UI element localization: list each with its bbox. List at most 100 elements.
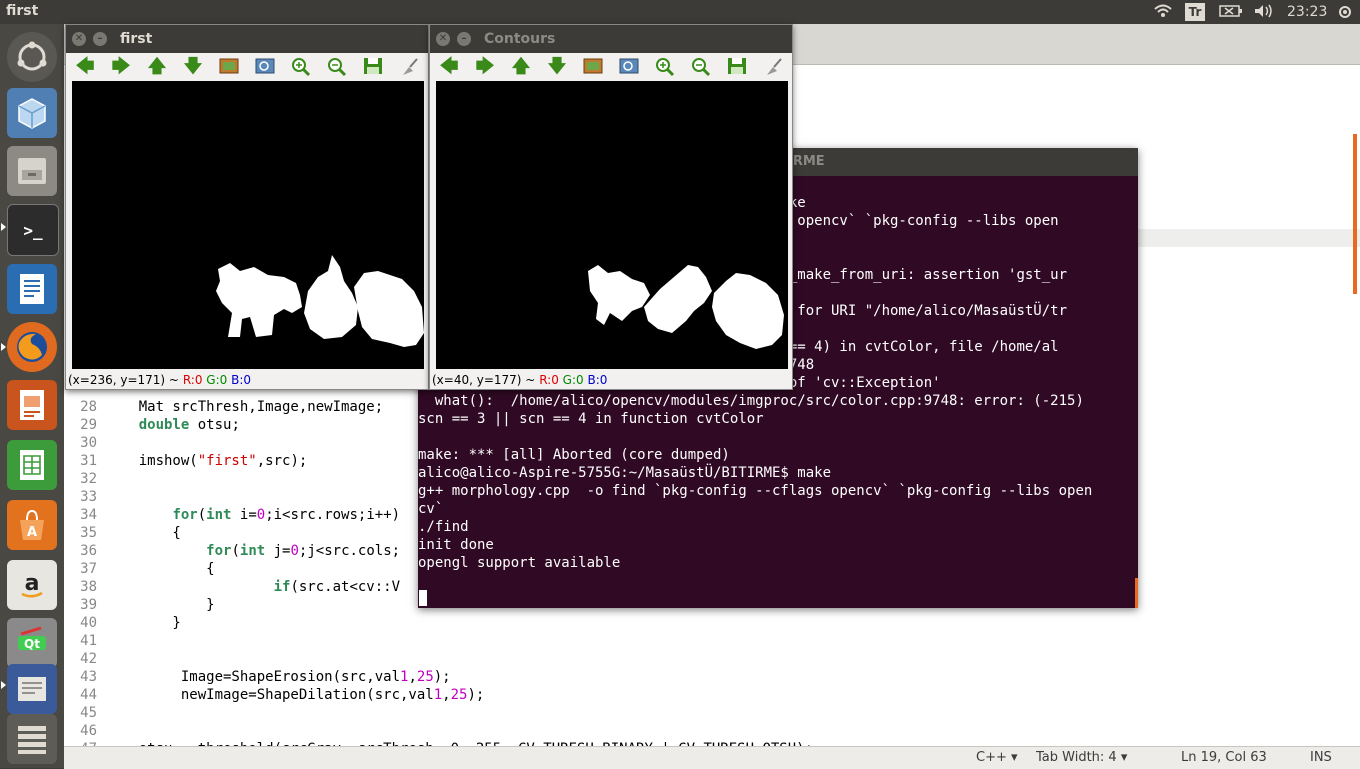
workspaces-icon[interactable] [7, 714, 57, 764]
pan-right-icon[interactable]: 🡆 [110, 57, 132, 77]
pixel-info-bar: (x=236, y=171) ~ R:0 G:0 B:0 [68, 373, 251, 387]
line-number: 44 [80, 687, 97, 703]
terminal-line: cv` [418, 501, 444, 517]
battery-icon[interactable] [1219, 4, 1243, 22]
zoom-in-icon[interactable] [654, 57, 676, 77]
code-line: 37 { [64, 560, 214, 578]
window-title: first [120, 31, 153, 47]
volume-icon[interactable] [1254, 4, 1274, 22]
properties-brush-icon[interactable] [398, 57, 420, 77]
terminal-scrollbar[interactable] [1135, 578, 1138, 608]
qt-creator-icon[interactable]: Qt [7, 618, 57, 668]
image-canvas[interactable] [436, 81, 788, 369]
line-number: 33 [80, 489, 97, 505]
zoom-out-icon[interactable] [326, 57, 348, 77]
line-code: } [105, 597, 215, 613]
pan-left-icon[interactable]: 🡄 [74, 57, 96, 77]
files-icon[interactable] [7, 146, 57, 196]
terminal-line: scn == 3 || scn == 4 in function cvtColo… [418, 411, 764, 427]
gedit-icon[interactable] [7, 664, 57, 714]
firefox-icon[interactable] [7, 322, 57, 372]
zoom-fit-icon[interactable] [254, 57, 276, 77]
image-canvas[interactable] [72, 81, 424, 369]
calc-icon[interactable] [7, 440, 57, 490]
code-line: 33 [64, 488, 105, 506]
window-title: Contours [484, 31, 556, 47]
close-icon[interactable]: ✕ [436, 32, 450, 46]
tab-width-selector[interactable]: Tab Width: 4 ▾ [1036, 750, 1127, 765]
code-line: 29 double otsu; [64, 416, 240, 434]
close-icon[interactable]: ✕ [72, 32, 86, 46]
zoom-fit-icon[interactable] [618, 57, 640, 77]
pan-down-icon[interactable]: 🡇 [182, 57, 204, 77]
zoom-in-icon[interactable] [290, 57, 312, 77]
line-code: double otsu; [138, 417, 240, 433]
window-title-bar[interactable]: ✕ – first [66, 25, 428, 53]
line-number: 35 [80, 525, 97, 541]
code-line: 42 [64, 650, 105, 668]
code-line: 32 [64, 470, 105, 488]
terminal-line: opengl support available [418, 555, 621, 571]
contour-shapes-image [588, 265, 784, 349]
minimize-icon[interactable]: – [93, 32, 107, 46]
line-number: 30 [80, 435, 97, 451]
minimize-icon[interactable]: – [457, 32, 471, 46]
cube-app-icon[interactable] [7, 88, 57, 138]
code-line: 45 [64, 704, 105, 722]
line-code: } [105, 615, 181, 631]
language-selector[interactable]: C++ ▾ [976, 750, 1018, 765]
properties-brush-icon[interactable] [762, 57, 784, 77]
impress-icon[interactable] [7, 380, 57, 430]
pixel-coords: (x=40, y=177) ~ [432, 373, 536, 387]
editor-status-bar: C++ ▾ Tab Width: 4 ▾ Ln 19, Col 63 INS [64, 746, 1360, 769]
amazon-icon[interactable]: a [7, 560, 57, 610]
writer-icon[interactable] [7, 264, 57, 314]
svg-text:a: a [25, 571, 40, 596]
terminal-line: make: *** [all] Aborted (core dumped) [418, 447, 730, 463]
running-indicator-icon [1, 223, 6, 231]
pan-down-icon[interactable]: 🡇 [546, 57, 568, 77]
software-center-icon[interactable]: A [7, 500, 57, 550]
line-code: for(int j=0;j<src.cols; [206, 543, 401, 559]
ubuntu-logo-icon[interactable] [7, 32, 57, 82]
pixel-red: R:0 [539, 373, 559, 387]
line-number: 34 [80, 507, 97, 523]
terminal-line: g++ morphology.cpp -o find `pkg-config -… [418, 483, 1093, 499]
pan-right-icon[interactable]: 🡆 [474, 57, 496, 77]
terminal-cursor [419, 590, 427, 606]
svg-text:Qt: Qt [24, 637, 40, 651]
code-line: 40 } [64, 614, 181, 632]
pixel-red: R:0 [182, 373, 203, 387]
zoom-original-icon[interactable] [218, 57, 240, 77]
code-line: 43 Image=ShapeErosion(src,val1,25); [64, 668, 450, 686]
code-line: 34 for(int i=0;i<src.rows;i++) [64, 506, 400, 524]
cursor-position: Ln 19, Col 63 [1181, 750, 1267, 765]
terminal-icon[interactable]: >_ [7, 204, 59, 256]
window-title-bar[interactable]: ✕ – Contours [430, 25, 792, 53]
pixel-green: G:0 [562, 373, 584, 387]
active-window-title: first [6, 3, 39, 19]
zoom-original-icon[interactable] [582, 57, 604, 77]
code-line: 44 newImage=ShapeDilation(src,val1,25); [64, 686, 484, 704]
code-line: 30 [64, 434, 105, 452]
save-icon[interactable] [362, 57, 384, 77]
clock[interactable]: 23:23 [1287, 4, 1327, 20]
pixel-blue: B:0 [587, 373, 608, 387]
code-line: 28 Mat srcThresh,Image,newImage; [64, 398, 383, 416]
pan-left-icon[interactable]: 🡄 [438, 57, 460, 77]
wifi-icon[interactable] [1154, 4, 1172, 22]
zoom-out-icon[interactable] [690, 57, 712, 77]
code-line: 41 [64, 632, 105, 650]
line-number: 32 [80, 471, 97, 487]
pan-up-icon[interactable]: 🡅 [146, 57, 168, 77]
top-panel: first Tr 23:23 [0, 0, 1360, 24]
save-icon[interactable] [726, 57, 748, 77]
image-toolbar: 🡄 🡆 🡅 🡇 [430, 53, 792, 81]
power-gear-icon[interactable] [1337, 4, 1353, 24]
code-line: 36 for(int j=0;j<src.cols; [64, 542, 400, 560]
line-number: 41 [80, 633, 97, 649]
terminal-line: init done [418, 537, 494, 553]
code-line: 39 } [64, 596, 215, 614]
keyboard-layout-indicator[interactable]: Tr [1185, 3, 1205, 21]
pan-up-icon[interactable]: 🡅 [510, 57, 532, 77]
